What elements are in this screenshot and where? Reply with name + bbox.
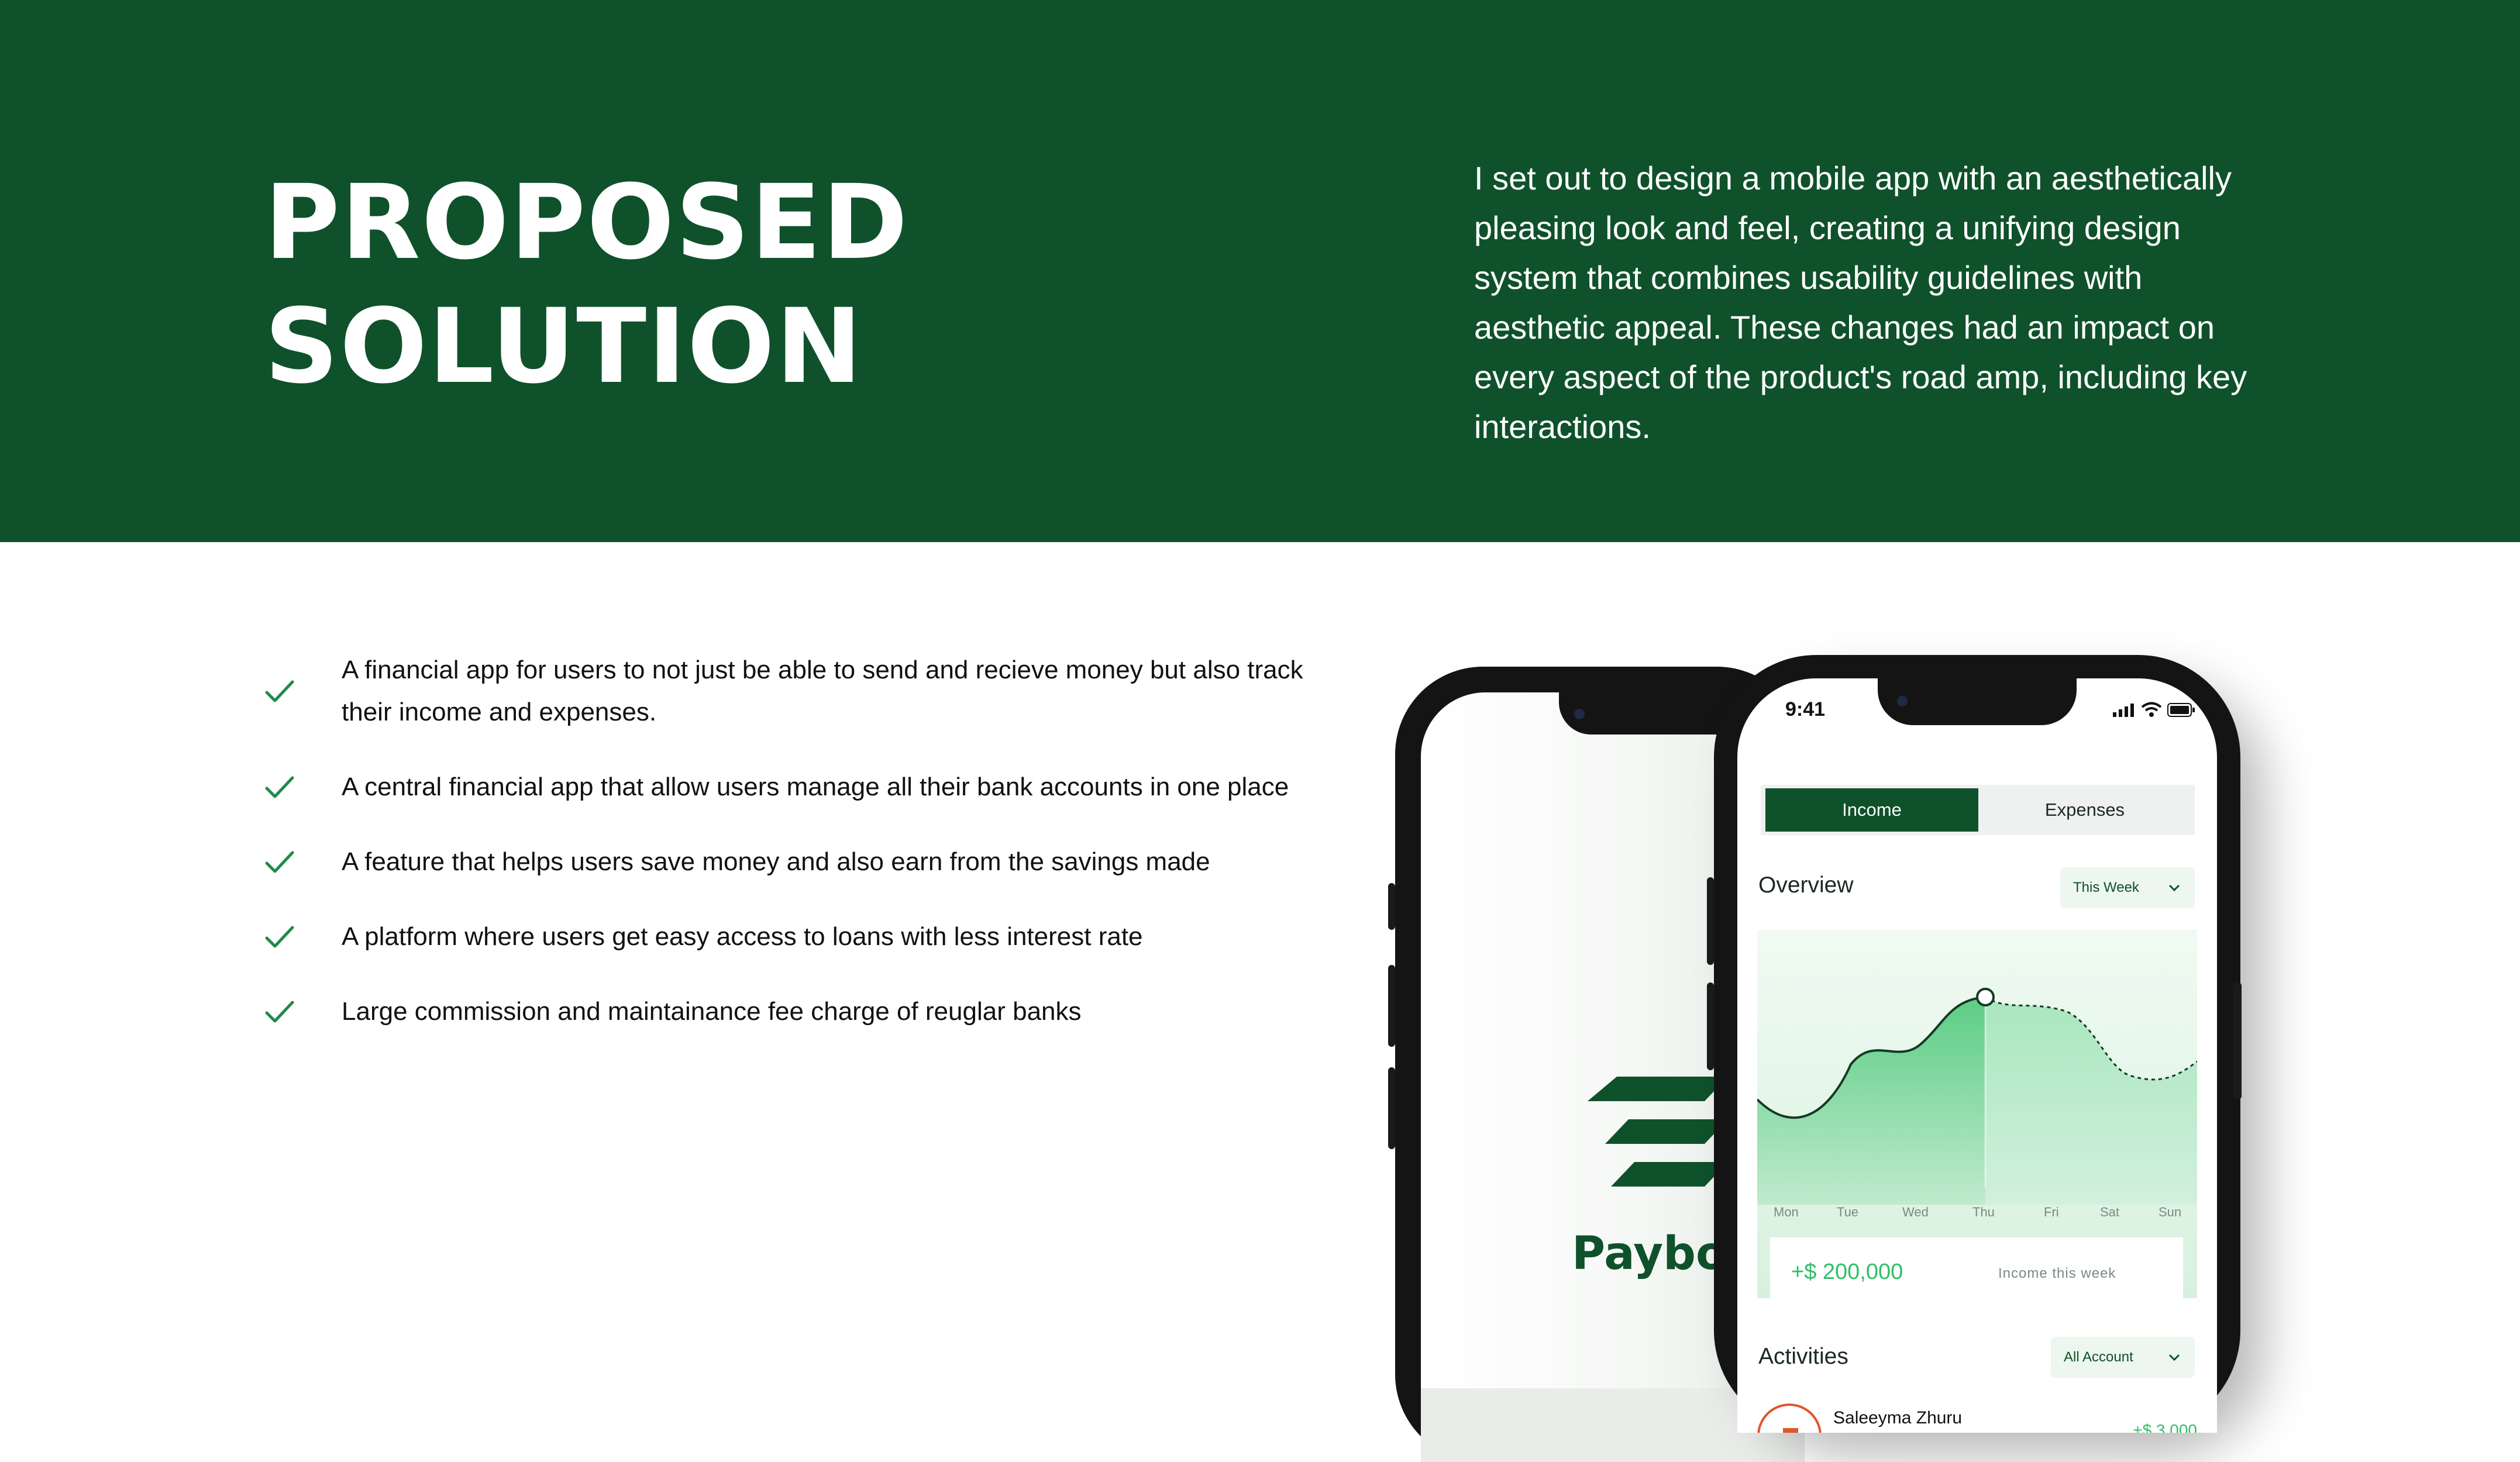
x-tick-label: Tue <box>1837 1205 1859 1219</box>
check-icon <box>265 680 294 702</box>
period-select-value: This Week <box>2073 880 2139 895</box>
overview-heading: Overview <box>1758 873 1854 898</box>
list-item: A platform where users get easy access t… <box>264 916 1335 958</box>
feature-text: A financial app for users to not just be… <box>342 656 1303 726</box>
title-line-1: PROPOSED <box>264 163 909 282</box>
tab-income[interactable]: Income <box>1765 788 1978 832</box>
phone-side-button <box>1388 1067 1395 1149</box>
x-tick-label: Mon <box>1774 1205 1799 1219</box>
x-tick-label: Wed <box>1902 1205 1929 1219</box>
list-item: A central financial app that allow users… <box>264 766 1335 808</box>
feature-text: Large commission and maintainance fee ch… <box>342 997 1082 1026</box>
hero-description: I set out to design a mobile app with an… <box>1474 160 2247 445</box>
x-tick-label: Sun <box>2158 1205 2182 1219</box>
app-phone-mockup: 9:41 Income Expenses Overview This Week <box>1707 655 2242 1433</box>
hero-banner: PROPOSED SOLUTION I set out to design a … <box>0 0 2520 542</box>
paybo-logo-icon <box>1588 1077 1728 1187</box>
signal-icon <box>2113 704 2134 717</box>
phone-side-button <box>1388 965 1395 1047</box>
income-expense-toggle: Income Expenses <box>1761 785 2195 835</box>
status-time: 9:41 <box>1785 698 1826 720</box>
phone-side-button <box>1707 877 1714 965</box>
tab-expenses[interactable]: Expenses <box>1978 788 2191 832</box>
bank-icon <box>1783 1428 1798 1433</box>
list-item: A financial app for users to not just be… <box>264 649 1335 733</box>
list-item: Large commission and maintainance fee ch… <box>264 991 1335 1033</box>
check-icon <box>265 851 294 873</box>
check-icon <box>265 776 294 798</box>
phone-side-button <box>1388 883 1395 930</box>
x-tick-label: Sat <box>2100 1205 2120 1219</box>
page-title: PROPOSED SOLUTION <box>264 161 909 409</box>
weekly-income-summary: +$ 200,000 Income this week <box>1770 1237 2183 1308</box>
phone-side-button <box>2233 982 2242 1099</box>
phone-notch <box>1878 678 2077 725</box>
chart-x-axis: Mon Tue Wed Thu Fri Sat Sun <box>1757 1205 2197 1222</box>
activities-heading: Activities <box>1758 1344 1848 1369</box>
battery-icon <box>2167 703 2195 717</box>
income-chart-card: Mon Tue Wed Thu Fri Sat Sun +$ 200,000 I… <box>1757 930 2197 1308</box>
list-item: A feature that helps users save money an… <box>264 841 1335 883</box>
income-area-projected <box>1985 997 2197 1205</box>
activity-amount: +$ 3,000 <box>2133 1421 2197 1433</box>
wifi-icon <box>2141 702 2162 717</box>
camera-icon <box>1897 696 1908 706</box>
check-icon <box>265 926 294 948</box>
income-amount: +$ 200,000 <box>1791 1260 1903 1284</box>
chart-point-current <box>1976 988 1995 1006</box>
tab-income-label: Income <box>1842 799 1902 820</box>
income-area-solid <box>1757 997 1985 1205</box>
x-tick-label: Fri <box>2044 1205 2059 1219</box>
account-select-value: All Account <box>2064 1349 2133 1365</box>
feature-text: A platform where users get easy access t… <box>342 922 1143 951</box>
feature-list: A financial app for users to not just be… <box>264 649 1335 1066</box>
activity-name: Saleeyma Zhuru <box>1833 1408 1963 1427</box>
splash-logo-text: Paybo <box>1572 1227 1727 1280</box>
avatar <box>1757 1404 1822 1433</box>
check-icon <box>265 1001 294 1023</box>
income-caption: Income this week <box>1998 1266 2116 1281</box>
income-area-chart <box>1757 988 2197 1205</box>
income-screen: 9:41 Income Expenses Overview This Week <box>1737 678 2217 1433</box>
activity-row[interactable]: Saleeyma Zhuru +$ 3,000 <box>1757 1404 2197 1433</box>
feature-text: A feature that helps users save money an… <box>342 847 1210 876</box>
feature-text: A central financial app that allow users… <box>342 773 1289 801</box>
account-select[interactable]: All Account <box>2051 1337 2195 1378</box>
title-line-2: SOLUTION <box>264 287 863 406</box>
camera-icon <box>1574 709 1585 719</box>
tab-expenses-label: Expenses <box>2044 799 2125 820</box>
period-select[interactable]: This Week <box>2060 867 2195 908</box>
x-tick-label: Thu <box>1972 1205 1995 1219</box>
phone-side-button <box>1707 982 1714 1070</box>
chevron-down-icon <box>2168 884 2180 892</box>
chevron-down-icon <box>2168 1354 2180 1361</box>
